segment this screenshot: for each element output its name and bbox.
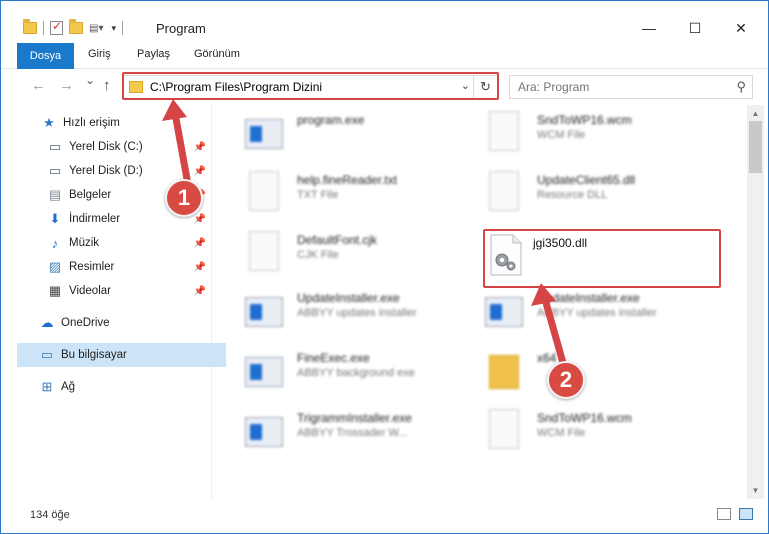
details-view-icon[interactable] bbox=[717, 508, 731, 520]
explorer-window: ▤▾ ▾ Program — ☐ ✕ Giriş Paylaş Görünüm … bbox=[0, 0, 769, 534]
scroll-thumb[interactable] bbox=[749, 121, 762, 173]
item-count: 134 öğe bbox=[30, 509, 70, 521]
status-bar: 134 öğe bbox=[1, 499, 768, 533]
large-icons-view-icon[interactable] bbox=[739, 508, 753, 520]
vertical-scrollbar[interactable]: ▲ ▼ bbox=[747, 105, 764, 499]
arrow-1 bbox=[162, 99, 191, 183]
arrow-2 bbox=[531, 283, 567, 367]
annotation-arrows bbox=[162, 99, 567, 367]
scroll-up-icon[interactable]: ▲ bbox=[747, 105, 764, 122]
step-badge-1: 1 bbox=[165, 179, 203, 217]
scroll-down-icon[interactable]: ▼ bbox=[747, 482, 764, 499]
step-badge-2: 2 bbox=[547, 361, 585, 399]
